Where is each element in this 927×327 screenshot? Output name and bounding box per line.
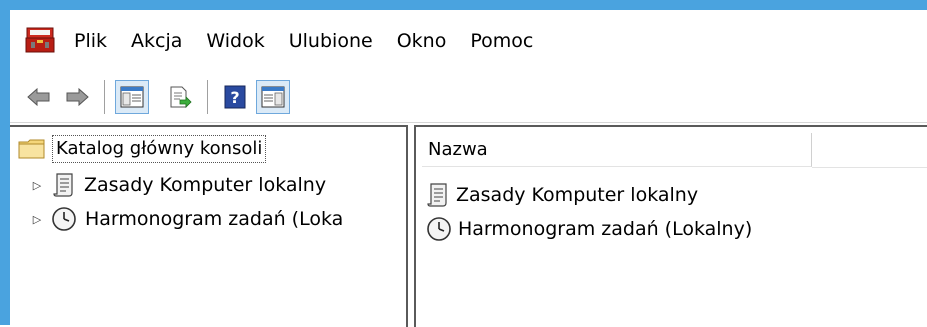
svg-text:?: ? <box>230 88 239 107</box>
menu-okno[interactable]: Okno <box>385 21 459 61</box>
menu-akcja[interactable]: Akcja <box>119 21 194 61</box>
list-item[interactable]: Zasady Komputer lokalny <box>426 179 698 211</box>
toolbar-separator <box>207 80 208 114</box>
list-item[interactable]: Harmonogram zadań (Lokalny) <box>426 213 752 245</box>
clock-icon <box>52 207 76 231</box>
list-item-label: Harmonogram zadań (Lokalny) <box>458 218 753 240</box>
show-hide-action-pane-icon <box>261 86 285 108</box>
column-header-empty <box>812 133 927 168</box>
export-list-button[interactable] <box>163 80 197 114</box>
toolbar: ? <box>10 72 927 122</box>
help-button[interactable]: ? <box>218 80 252 114</box>
console-tree-pane[interactable]: Katalog główny konsoli ▷ Zasady Komputer… <box>10 125 408 327</box>
menu-plik[interactable]: Plik <box>74 21 119 61</box>
policy-scroll-icon <box>427 183 447 207</box>
clock-icon <box>427 217 451 241</box>
back-arrow-icon <box>27 87 50 107</box>
menu-ulubione[interactable]: Ulubione <box>277 21 385 61</box>
tree-item-label: Zasady Komputer lokalny <box>84 174 327 196</box>
help-icon: ? <box>224 85 246 109</box>
export-list-icon <box>170 86 192 108</box>
tree-item-label: Harmonogram zadań (Loka <box>85 208 344 230</box>
forward-arrow-icon <box>66 87 89 107</box>
results-pane[interactable]: Nazwa Zasady Komputer lokalny Harmonogra… <box>414 125 927 327</box>
show-hide-action-pane-button[interactable] <box>256 80 290 114</box>
policy-scroll-icon <box>53 173 73 197</box>
menu-bar: Plik Akcja Widok Ulubione Okno Pomoc <box>10 10 927 72</box>
tree-item-zasady[interactable]: ▷ Zasady Komputer lokalny <box>28 169 326 201</box>
show-hide-console-tree-button[interactable] <box>115 80 149 114</box>
toolbar-divider <box>10 122 927 123</box>
show-hide-console-tree-icon <box>120 86 144 108</box>
back-button[interactable] <box>22 80 56 114</box>
forward-button[interactable] <box>60 80 94 114</box>
toolbar-separator <box>104 80 105 114</box>
tree-root[interactable]: Katalog główny konsoli <box>18 133 267 165</box>
tree-root-label: Katalog główny konsoli <box>52 135 267 163</box>
folder-icon <box>18 139 45 159</box>
column-header-nazwa[interactable]: Nazwa <box>422 133 812 167</box>
list-item-label: Zasady Komputer lokalny <box>456 184 699 206</box>
toolbox-icon[interactable] <box>24 25 56 57</box>
expand-arrow-icon[interactable]: ▷ <box>28 179 46 192</box>
tree-item-harmonogram[interactable]: ▷ Harmonogram zadań (Loka <box>28 203 343 235</box>
menu-pomoc[interactable]: Pomoc <box>458 21 545 61</box>
expand-arrow-icon[interactable]: ▷ <box>28 213 46 226</box>
menu-widok[interactable]: Widok <box>194 21 276 61</box>
mmc-window: Plik Akcja Widok Ulubione Okno Pomoc ? K… <box>0 0 927 327</box>
